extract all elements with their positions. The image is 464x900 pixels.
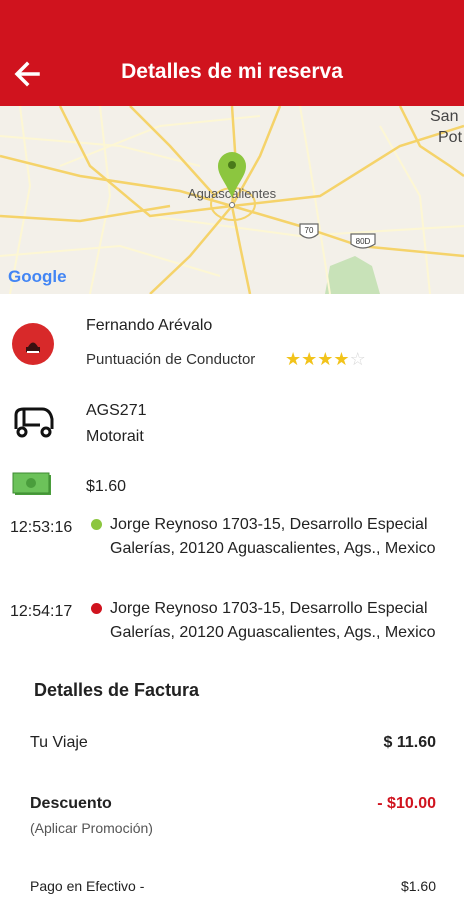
driver-name: Fernando Arévalo — [86, 317, 213, 334]
svg-text:80D: 80D — [356, 237, 371, 246]
vehicle-model: Motorait — [86, 428, 144, 445]
discount-note[interactable]: (Aplicar Promoción) — [30, 820, 153, 836]
dropoff-time: 12:54:17 — [10, 603, 73, 620]
cash-icon — [12, 471, 52, 502]
reservation-details-screen: Detalles de mi reserva 70 80D San Pot Go… — [0, 0, 464, 900]
star-filled-icon: ★ — [333, 349, 350, 369]
dropoff-address: Jorge Reynoso 1703-15, Desarrollo Especi… — [110, 600, 436, 641]
dropoff-dot-icon — [91, 603, 102, 614]
star-filled-icon: ★ — [317, 349, 334, 369]
pickup-address: Jorge Reynoso 1703-15, Desarrollo Especi… — [110, 516, 436, 557]
star-filled-icon: ★ — [301, 349, 318, 369]
star-filled-icon: ★ — [285, 349, 302, 369]
pickup-time: 12:53:16 — [10, 519, 73, 536]
discount-value: - $10.00 — [377, 795, 436, 812]
svg-text:70: 70 — [305, 226, 314, 235]
page-title: Detalles de mi reserva — [121, 60, 343, 83]
trip-value: $ 11.60 — [383, 734, 437, 751]
cash-payment-value: $1.60 — [400, 878, 436, 894]
trip-label: Tu Viaje — [30, 734, 88, 751]
cash-payment-label: Pago en Efectivo - — [30, 878, 145, 894]
star-empty-icon: ☆ — [349, 349, 366, 369]
route-map[interactable]: 70 80D Aguascalientes San Pot Google — [0, 106, 464, 294]
map-city-label-pot: Pot — [438, 129, 463, 146]
invoice-title: Detalles de Factura — [34, 680, 200, 700]
driver-rating-stars: ★★★★☆ — [285, 349, 366, 370]
discount-label: Descuento — [30, 795, 112, 812]
pickup-dot-icon — [91, 519, 102, 530]
vehicle-icon — [12, 405, 56, 444]
app-header: Detalles de mi reserva — [0, 0, 464, 106]
google-logo: Google — [8, 267, 67, 286]
map-city-label-san: San — [430, 108, 458, 125]
driver-avatar — [12, 323, 54, 365]
highway-shield-70: 70 — [299, 223, 319, 239]
driver-rating-label: Puntuación de Conductor — [86, 351, 256, 368]
vehicle-plate: AGS271 — [86, 402, 147, 419]
fare-amount: $1.60 — [86, 478, 127, 495]
highway-shield-80d: 80D — [350, 233, 376, 249]
